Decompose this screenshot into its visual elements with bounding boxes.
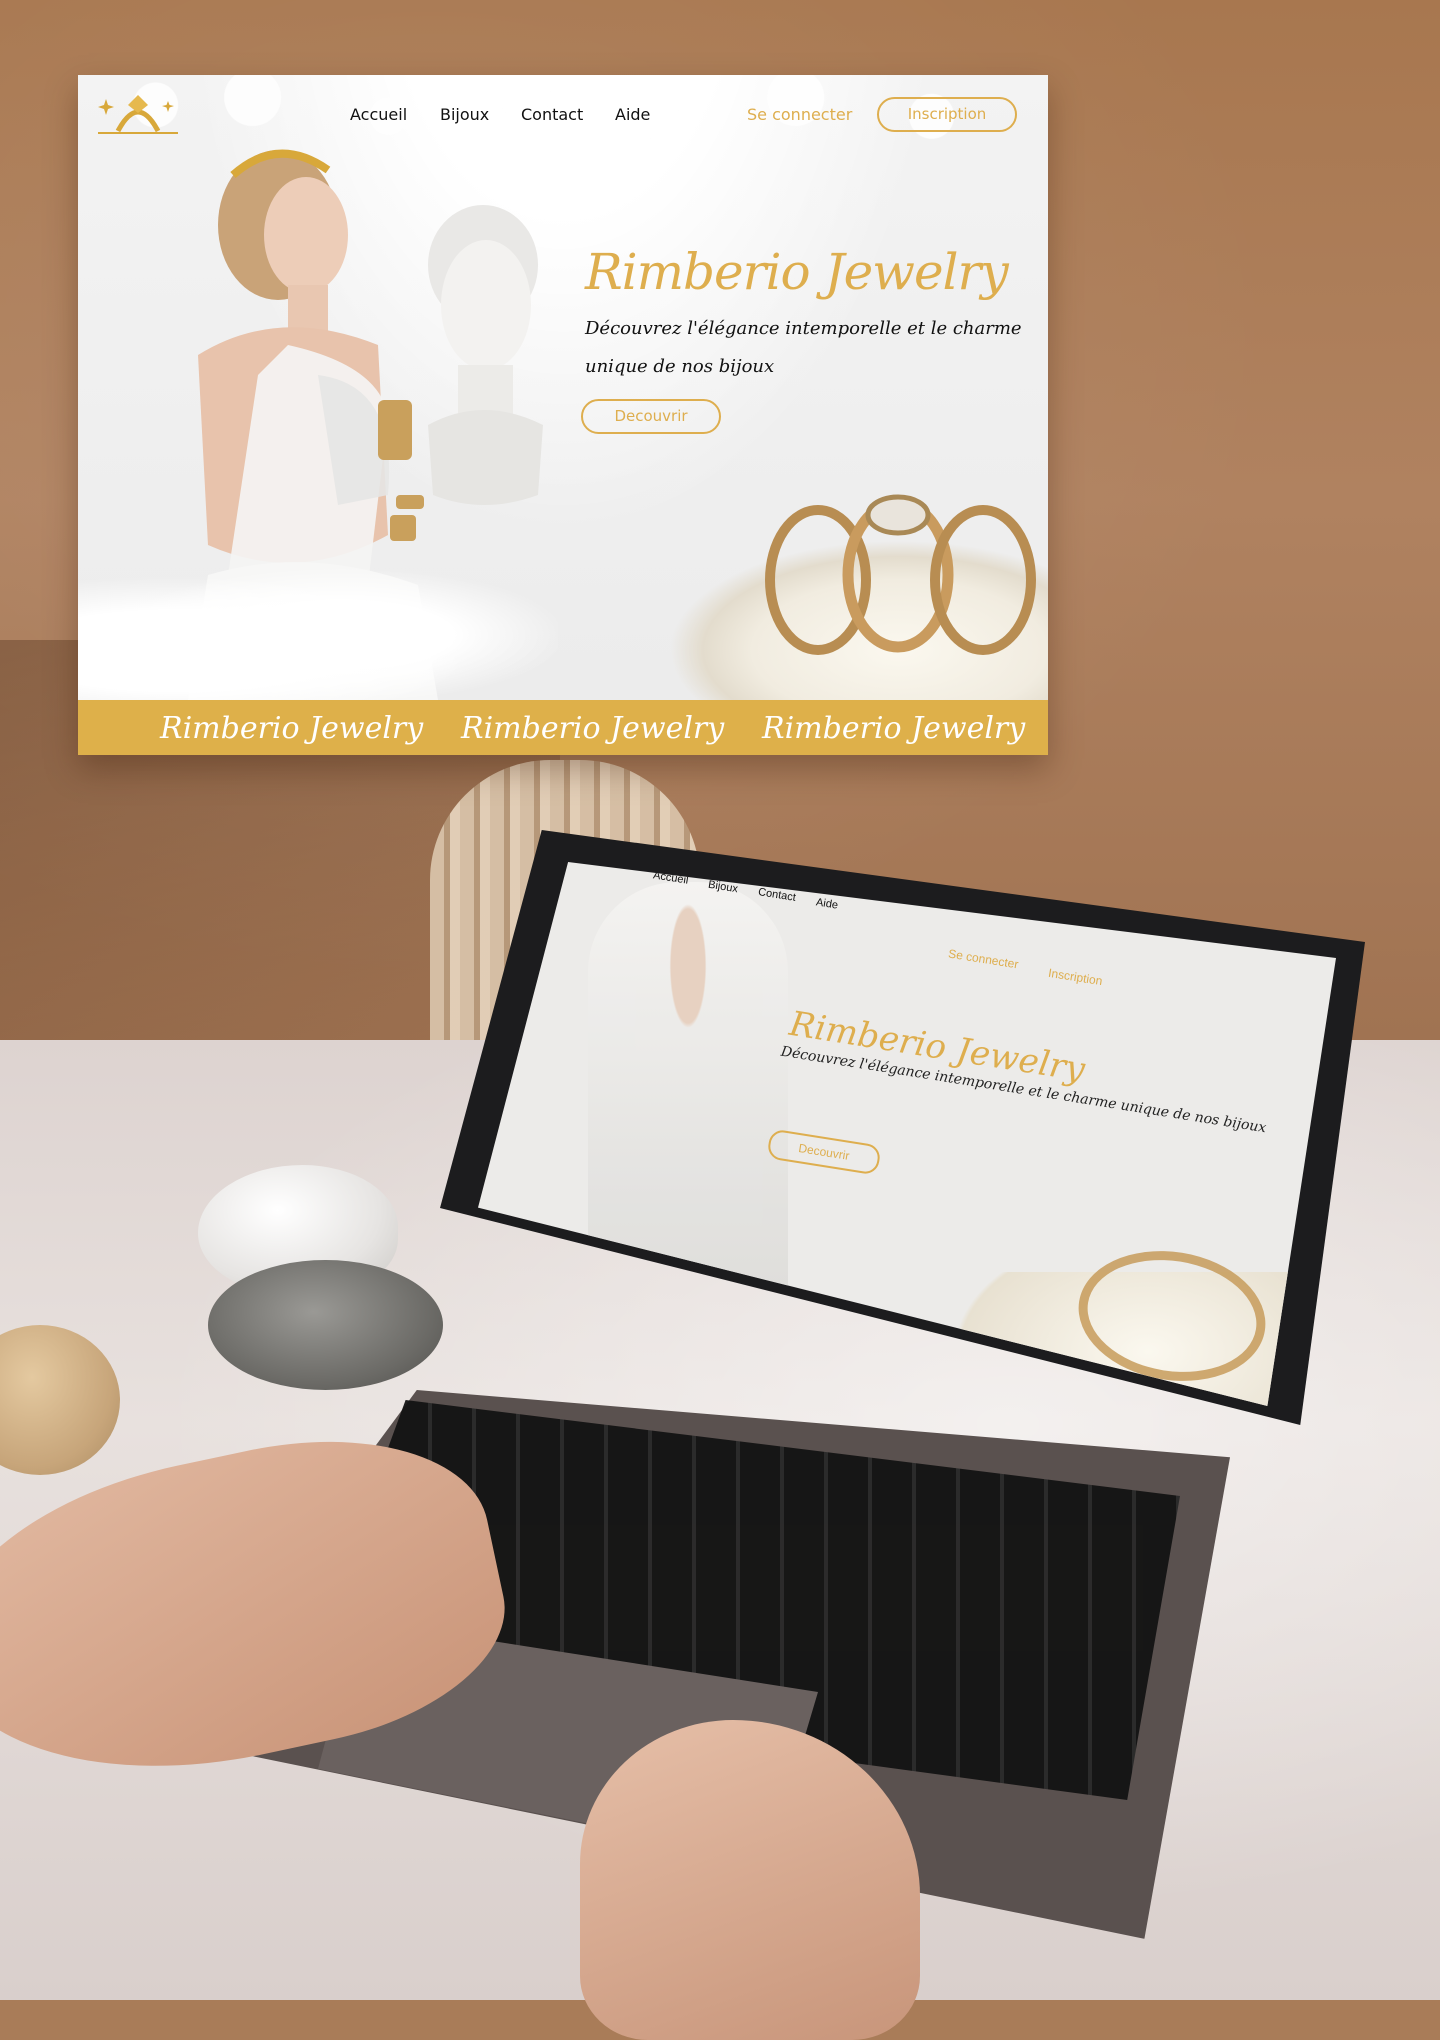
banner-text-2: Rimberio Jewelry: [461, 711, 725, 746]
login-link[interactable]: Se connecter: [747, 105, 852, 124]
nav-bijoux[interactable]: Bijoux: [440, 105, 489, 124]
site-navbar: Accueil Bijoux Contact Aide Se connecter…: [78, 75, 1048, 155]
gold-rings-image: [765, 494, 1036, 655]
nav-contact[interactable]: Contact: [521, 105, 583, 124]
hero-subtitle: Découvrez l'élégance intemporelle et le …: [585, 318, 1022, 377]
hero-title: Rimberio Jewelry: [585, 243, 1009, 301]
website-mockup: Accueil Bijoux Contact Aide Se connecter…: [78, 75, 1048, 755]
ring-logo-icon[interactable]: [88, 83, 188, 143]
bottom-left-cloud: [78, 555, 558, 715]
grey-stone: [208, 1260, 443, 1390]
laptop-signup-button[interactable]: Inscription: [1047, 966, 1103, 988]
laptop-screen-figure: [588, 882, 788, 1302]
banner-text-3: Rimberio Jewelry: [762, 711, 1026, 746]
banner-text-1: Rimberio Jewelry: [160, 711, 424, 746]
nav-accueil[interactable]: Accueil: [350, 105, 407, 124]
laptop-nav-aide[interactable]: Aide: [815, 896, 839, 911]
sparkle-icon: [98, 99, 114, 115]
laptop-login-link[interactable]: Se connecter: [947, 947, 1019, 972]
nav-aide[interactable]: Aide: [615, 105, 650, 124]
signup-button[interactable]: Inscription: [877, 97, 1017, 132]
discover-button[interactable]: Decouvrir: [581, 399, 721, 434]
greek-bust-statue: [428, 205, 543, 505]
